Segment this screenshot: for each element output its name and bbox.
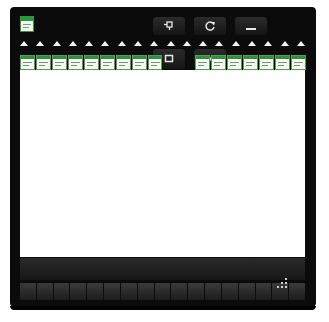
- document-icon[interactable]: [211, 55, 227, 70]
- up-arrow-icon[interactable]: [117, 40, 126, 46]
- document-tab-row: [20, 53, 306, 71]
- minimize-button[interactable]: [235, 17, 267, 35]
- up-arrow-icon[interactable]: [52, 40, 61, 46]
- document-icon[interactable]: [35, 55, 51, 70]
- bottom-slot-button[interactable]: [87, 283, 104, 300]
- up-arrow-icon[interactable]: [296, 40, 305, 46]
- bottom-slot-button[interactable]: [205, 283, 221, 300]
- document-icon[interactable]: [67, 55, 83, 70]
- up-arrow-icon[interactable]: [182, 40, 191, 46]
- minimize-icon: [246, 28, 256, 30]
- up-arrow-icon[interactable]: [36, 40, 45, 46]
- up-arrow-icon[interactable]: [166, 40, 175, 46]
- document-icon[interactable]: [20, 16, 34, 32]
- document-icon[interactable]: [259, 55, 274, 70]
- bottom-slot-button[interactable]: [70, 283, 87, 300]
- bottom-slot-button[interactable]: [289, 283, 306, 300]
- up-arrow-icon[interactable]: [247, 40, 256, 46]
- resize-grip-icon[interactable]: [277, 278, 289, 288]
- document-icon[interactable]: [227, 55, 243, 70]
- bottom-slot-button[interactable]: [255, 283, 272, 300]
- up-arrow-icon[interactable]: [101, 40, 110, 46]
- up-arrow-icon[interactable]: [215, 40, 224, 46]
- document-icon[interactable]: [275, 55, 290, 70]
- document-icon[interactable]: [115, 55, 131, 70]
- up-arrow-icon[interactable]: [199, 40, 208, 46]
- bottom-slot-button[interactable]: [238, 283, 255, 300]
- up-arrow-icon[interactable]: [68, 40, 77, 46]
- up-arrow-icon[interactable]: [133, 40, 142, 46]
- up-arrow-icon[interactable]: [150, 40, 159, 46]
- bottom-button-row: [20, 283, 306, 300]
- document-icon[interactable]: [290, 55, 306, 70]
- pin-icon: [164, 21, 173, 30]
- bottom-slot-button[interactable]: [188, 283, 205, 300]
- bottom-slot-button[interactable]: [53, 283, 70, 300]
- bottom-slot-button[interactable]: [137, 283, 154, 300]
- bottom-slot-button[interactable]: [36, 283, 53, 300]
- up-arrow-icon[interactable]: [20, 40, 28, 46]
- refresh-button[interactable]: [194, 17, 226, 35]
- document-icon[interactable]: [99, 55, 115, 70]
- up-arrow-icon[interactable]: [85, 40, 94, 46]
- bottom-slot-button[interactable]: [171, 283, 188, 300]
- up-arrow-icon[interactable]: [264, 40, 273, 46]
- document-icon[interactable]: [195, 55, 211, 70]
- bottom-slot-button[interactable]: [104, 283, 120, 300]
- bottom-slot-button[interactable]: [154, 283, 171, 300]
- document-icon[interactable]: [243, 55, 259, 70]
- arrow-row: [20, 38, 305, 48]
- bottom-slot-button[interactable]: [221, 283, 238, 300]
- up-arrow-icon[interactable]: [280, 40, 289, 46]
- pin-button[interactable]: [153, 17, 185, 35]
- status-bar: [20, 258, 305, 280]
- document-icon[interactable]: [83, 55, 99, 70]
- bottom-slot-button[interactable]: [20, 283, 36, 300]
- document-icon[interactable]: [131, 55, 147, 70]
- document-icon[interactable]: [147, 55, 163, 70]
- document-icon[interactable]: [51, 55, 67, 70]
- up-arrow-icon[interactable]: [231, 40, 240, 46]
- document-icon[interactable]: [20, 55, 35, 70]
- refresh-icon: [205, 21, 215, 31]
- bottom-slot-button[interactable]: [120, 283, 137, 300]
- content-area[interactable]: [20, 70, 305, 257]
